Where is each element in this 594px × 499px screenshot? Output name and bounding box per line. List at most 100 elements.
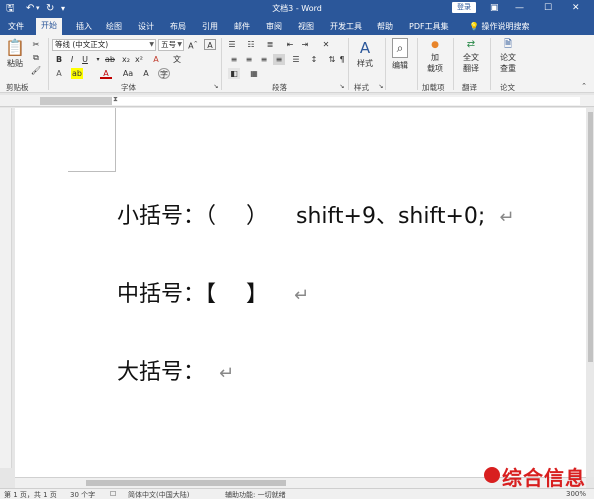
ribbon: 📋 粘贴 ✂ ⧉ 🖌 剪贴板 等线 (中文正文) ▼ 五号 ▼ A^ A B I… [0, 35, 594, 93]
close-icon[interactable]: ✕ [572, 2, 580, 15]
vertical-ruler[interactable] [0, 108, 12, 468]
char-border-icon[interactable]: A [204, 39, 216, 50]
document-check-icon: 🗎 [503, 39, 513, 50]
decrease-indent-icon[interactable]: ⇤ [284, 39, 296, 50]
translate-label-line2: 翻译 [463, 64, 479, 73]
separator [348, 38, 349, 90]
tab-help[interactable]: 帮助 [377, 20, 393, 33]
paper-label-line1: 论文 [500, 53, 516, 62]
paragraph-mark-icon: ↵ [499, 207, 515, 228]
format-painter-icon[interactable]: 🖌 [30, 65, 42, 76]
proofing-icon[interactable]: ☐ [110, 490, 116, 498]
line1-shortcut: shift+9、shift+0; [296, 204, 486, 229]
ribbon-display-icon[interactable]: ▣ [490, 2, 499, 15]
tab-design[interactable]: 设计 [138, 20, 154, 33]
underline-dropdown-icon[interactable]: ▾ [92, 54, 104, 65]
change-case-icon[interactable]: A [140, 68, 152, 79]
accessibility-status[interactable]: 辅助功能: 一切就绪 [225, 490, 286, 499]
tab-insert[interactable]: 插入 [76, 20, 92, 33]
increase-indent-icon[interactable]: ⇥ [299, 39, 311, 50]
cut-icon[interactable]: ✂ [30, 39, 42, 50]
document-line-2[interactable]: 中括号：【 】 ↵ [117, 276, 309, 308]
superscript-icon[interactable]: x² [133, 54, 145, 65]
tab-layout[interactable]: 布局 [170, 20, 186, 33]
styles-label: 样式 [357, 59, 373, 68]
tab-draw[interactable]: 绘图 [106, 20, 122, 33]
font-size-combo[interactable]: 五号 ▼ [158, 39, 184, 51]
align-left-icon[interactable]: ≡ [228, 54, 240, 65]
translate-button[interactable]: ⇄ 全文 翻译 [457, 38, 485, 80]
highlight-icon[interactable]: ab [71, 68, 83, 79]
phonetic-icon[interactable]: 文 [171, 54, 183, 65]
separator [385, 38, 386, 90]
tab-review[interactable]: 审阅 [266, 20, 282, 33]
tab-home[interactable]: 开始 [36, 18, 62, 35]
multilevel-list-icon[interactable]: ≣ [264, 39, 276, 50]
word-count[interactable]: 30 个字 [70, 490, 95, 499]
enclose-char-icon[interactable]: 字 [158, 68, 170, 79]
paste-button[interactable]: 📋 粘贴 [4, 38, 26, 74]
paper-check-button[interactable]: 🗎 论文 查重 [494, 38, 522, 80]
paragraph-mark-icon: ↵ [294, 285, 310, 306]
paragraph-dialog-launcher-icon[interactable]: ↘ [336, 81, 348, 92]
horizontal-ruler[interactable]: ⧗ [0, 95, 594, 107]
align-center-icon[interactable]: ≡ [243, 54, 255, 65]
maximize-icon[interactable]: ☐ [544, 2, 552, 15]
tab-pdf[interactable]: PDF工具集 [409, 20, 449, 33]
addins-label-line2: 载项 [427, 64, 443, 73]
clear-format-icon[interactable]: A [150, 54, 162, 65]
cross-text-icon[interactable]: ✕ [320, 39, 332, 50]
tab-file[interactable]: 文件 [8, 20, 24, 33]
page-count[interactable]: 第 1 页，共 1 页 [4, 490, 57, 499]
language-status[interactable]: 简体中文(中国大陆) [128, 490, 189, 499]
borders-icon[interactable]: ▦ [248, 68, 260, 79]
font-size-value: 五号 [161, 40, 176, 49]
tab-view[interactable]: 视图 [298, 20, 314, 33]
shrink-font-icon[interactable]: Aa [122, 68, 134, 79]
indent-marker-icon[interactable]: ⧗ [113, 95, 118, 104]
copy-icon[interactable]: ⧉ [30, 52, 42, 63]
subscript-icon[interactable]: x₂ [120, 54, 132, 65]
vertical-scroll-thumb[interactable] [588, 112, 593, 362]
justify-icon[interactable]: ≡ [273, 54, 285, 65]
window-title: 文档3 - Word [272, 4, 322, 13]
addins-button[interactable]: ● 加 载项 [421, 38, 449, 80]
strikethrough-icon[interactable]: ab [104, 54, 116, 65]
clipboard-icon: 📋 [5, 38, 25, 57]
minimize-icon[interactable]: — [515, 2, 524, 15]
tell-me-search[interactable]: 💡 操作说明搜索 [469, 20, 530, 33]
numbering-icon[interactable]: ☷ [245, 39, 257, 50]
grow-font-icon[interactable]: A^ [187, 39, 199, 51]
watermark-text: 综合信息 [502, 466, 586, 490]
document-line-1[interactable]: 小括号：（ ） shift+9、shift+0; ↵ [117, 198, 514, 230]
horizontal-scroll-thumb[interactable] [86, 480, 286, 486]
editing-button[interactable]: ⌕ 编辑 [388, 38, 412, 74]
font-color-icon[interactable]: A [100, 68, 112, 79]
underline-icon[interactable]: U [79, 54, 91, 65]
zoom-level[interactable]: 300% [566, 490, 586, 498]
addins-icon: ● [431, 40, 439, 50]
line2-label: 中括号：【 [117, 282, 217, 307]
bullets-icon[interactable]: ☰ [226, 39, 238, 50]
document-line-3[interactable]: 大括号： ↵ [117, 354, 234, 386]
collapse-ribbon-icon[interactable]: ⌃ [578, 81, 590, 92]
text-effects-icon[interactable]: A [53, 68, 65, 79]
shading-icon[interactable]: ◧ [228, 68, 240, 79]
line-spacing-icon[interactable]: ↕ [308, 54, 320, 65]
styles-button[interactable]: A 样式 [352, 38, 378, 74]
lightbulb-icon: 💡 [469, 22, 479, 31]
tab-developer[interactable]: 开发工具 [330, 20, 362, 33]
font-name-combo[interactable]: 等线 (中文正文) ▼ [52, 39, 156, 51]
ribbon-tabs: 文件 开始 插入 绘图 设计 布局 引用 邮件 审阅 视图 开发工具 帮助 PD… [0, 17, 594, 35]
watermark-logo [484, 467, 500, 483]
login-button[interactable]: 登录 [452, 2, 476, 13]
translate-icon: ⇄ [466, 39, 476, 50]
tab-references[interactable]: 引用 [202, 20, 218, 33]
show-marks-icon[interactable]: ¶ [336, 54, 348, 65]
tab-mailings[interactable]: 邮件 [234, 20, 250, 33]
italic-icon[interactable]: I [66, 54, 78, 65]
distributed-icon[interactable]: ☰ [290, 54, 302, 65]
align-right-icon[interactable]: ≡ [258, 54, 270, 65]
find-icon: ⌕ [392, 38, 408, 58]
bold-icon[interactable]: B [53, 54, 65, 65]
